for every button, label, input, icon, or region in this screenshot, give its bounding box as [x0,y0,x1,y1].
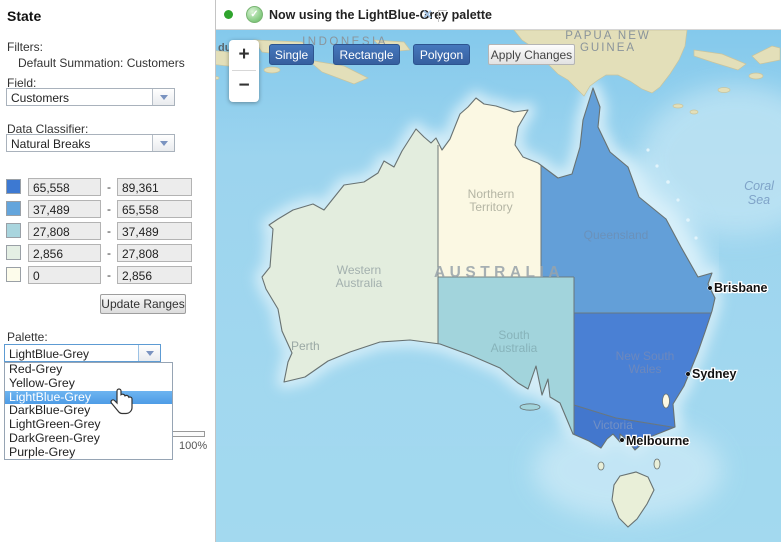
range-to-input[interactable]: 89,361 [117,178,192,196]
range-from-input[interactable]: 0 [28,266,101,284]
success-check-icon: ✓ [246,6,263,23]
label-png-1: PAPUA NEW [565,30,651,42]
tooltip-tail [438,10,447,22]
polygon-select-button[interactable]: Polygon [413,44,470,65]
notification-bar: ✓ Now using the LightBlue-Grey palette ✕ [216,0,781,30]
palette-option[interactable]: Red-Grey [5,363,172,377]
chevron-down-icon [146,351,154,356]
label-nt-2: Territory [469,200,512,214]
range-separator: - [107,224,111,238]
island-kangaroo [520,404,540,410]
zoom-out-button[interactable]: − [229,71,259,101]
palette-option[interactable]: LightGreen-Grey [5,418,172,432]
classifier-select-arrow-button[interactable] [152,135,174,151]
range-separator: - [107,246,111,260]
label-nt-1: Northern [468,187,515,201]
label-png-2: GUINEA [580,42,636,54]
range-from-input[interactable]: 65,558 [28,178,101,196]
chevron-down-icon [160,141,168,146]
classifier-select[interactable]: Natural Breaks [6,134,175,152]
range-from-input[interactable]: 2,856 [28,244,101,262]
map-panel: ✓ Now using the LightBlue-Grey palette ✕ [215,0,781,542]
range-to-input[interactable]: 2,856 [117,266,192,284]
range-separator: - [107,268,111,282]
rectangle-select-button[interactable]: Rectangle [333,44,400,65]
range-row: 27,808 - 37,489 [6,222,206,240]
range-row: 2,856 - 27,808 [6,244,206,262]
label-coral-sea-2: Sea [748,193,770,207]
label-wa-2: Australia [336,276,383,290]
field-select-arrow-button[interactable] [152,89,174,105]
status-dot-icon [224,10,233,19]
palette-select-value: LightBlue-Grey [5,345,138,361]
classifier-select-value: Natural Breaks [7,135,152,151]
range-to-input[interactable]: 65,558 [117,200,192,218]
notification-message: Now using the LightBlue-Grey palette [269,8,492,22]
palette-option[interactable]: Purple-Grey [5,446,172,460]
range-to-input[interactable]: 37,489 [117,222,192,240]
map-zoom-control: + − [229,40,259,102]
apply-changes-button[interactable]: Apply Changes [488,44,575,65]
hand-cursor-icon [109,387,135,422]
single-select-button[interactable]: Single [269,44,314,65]
label-sa-1: South [498,328,529,342]
field-select-value: Customers [7,89,152,105]
label-sa-2: Australia [491,341,538,355]
range-row: 0 - 2,856 [6,266,206,284]
update-ranges-button[interactable]: Update Ranges [100,294,186,314]
label-brisbane: Brisbane [714,281,768,295]
label-wa-1: Western [337,263,381,277]
range-color-swatch [6,267,21,282]
territory-act[interactable] [663,394,670,408]
zoom-in-button[interactable]: + [229,40,259,70]
label-australia: AUSTRALIA [434,264,564,281]
palette-select-arrow-button[interactable] [138,345,160,361]
label-vic: Victoria [593,418,633,432]
range-color-swatch [6,201,21,216]
map-canvas[interactable]: du INDONESIA PAPUA NEW GUINEA AUSTRALIA … [216,30,781,542]
range-to-input[interactable]: 27,808 [117,244,192,262]
settings-sidebar: State Filters: Default Summation: Custom… [0,0,214,542]
palette-option[interactable]: Yellow-Grey [5,377,172,391]
island-king [598,462,604,470]
label-qld: Queensland [584,228,649,242]
range-from-input[interactable]: 27,808 [28,222,101,240]
close-icon[interactable]: ✕ [422,7,433,23]
application-window: { "sidebar": { "title": "State", "filter… [0,0,781,542]
chevron-down-icon [160,95,168,100]
label-melbourne: Melbourne [626,434,689,448]
range-color-swatch [6,223,21,238]
range-row: 37,489 - 65,558 [6,200,206,218]
filters-label: Filters: [7,40,43,54]
field-select[interactable]: Customers [6,88,175,106]
palette-label: Palette: [7,330,48,344]
opacity-slider-track[interactable] [172,431,205,437]
range-row: 65,558 - 89,361 [6,178,206,196]
palette-option[interactable]: DarkGreen-Grey [5,432,172,446]
label-nsw-1: New South [616,349,675,363]
label-sydney: Sydney [692,367,737,381]
palette-option-selected[interactable]: LightBlue-Grey [5,391,172,405]
range-color-swatch [6,245,21,260]
label-coral-sea-1: Coral [744,179,775,193]
palette-dropdown-list: Red-Grey Yellow-Grey LightBlue-Grey Dark… [4,362,173,460]
palette-select[interactable]: LightBlue-Grey [4,344,161,362]
range-color-swatch [6,179,21,194]
range-separator: - [107,180,111,194]
range-separator: - [107,202,111,216]
opacity-value: 100% [179,440,207,452]
range-from-input[interactable]: 37,489 [28,200,101,218]
palette-option[interactable]: DarkBlue-Grey [5,404,172,418]
island-flinders [654,459,660,469]
label-nsw-2: Wales [629,362,662,376]
page-title: State [7,8,41,24]
default-summation-text: Default Summation: Customers [18,56,185,70]
label-perth: Perth [291,339,320,353]
